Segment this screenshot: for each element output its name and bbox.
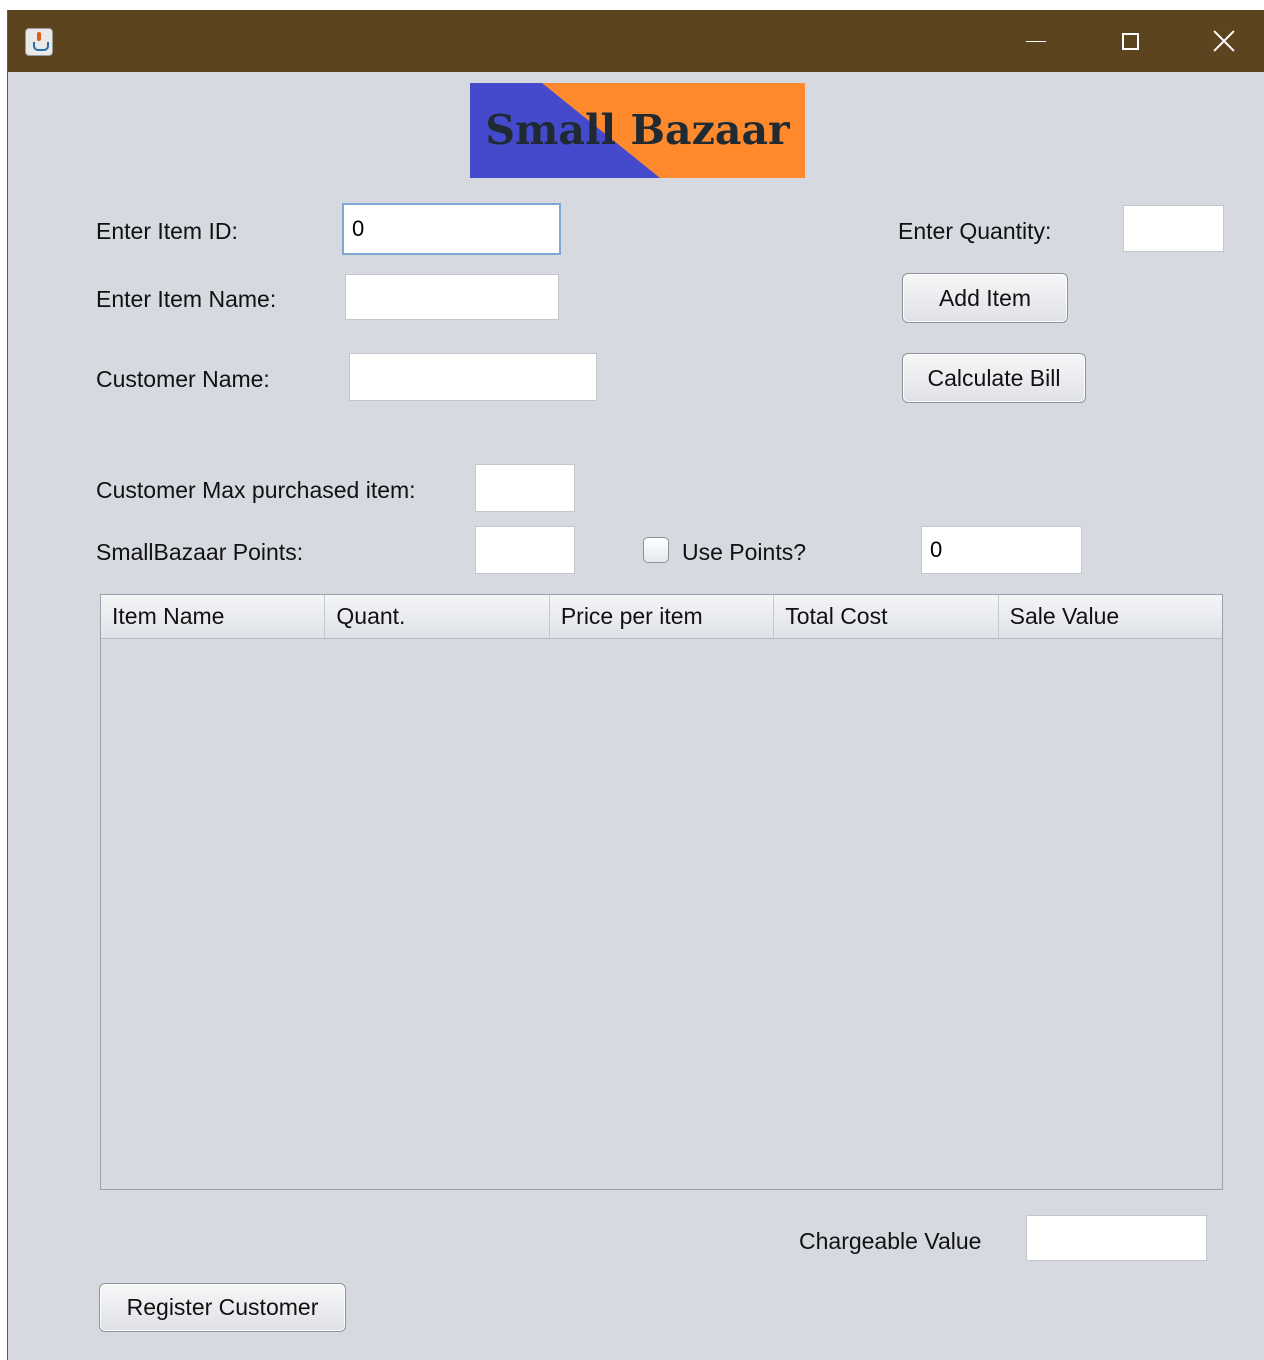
title-bar[interactable] bbox=[8, 10, 1264, 72]
close-icon bbox=[1213, 30, 1235, 52]
max-purchased-input[interactable] bbox=[475, 464, 575, 512]
column-header-quantity[interactable]: Quant. bbox=[325, 595, 550, 638]
chargeable-value-input[interactable] bbox=[1026, 1215, 1207, 1261]
small-bazaar-logo: Small Bazaar bbox=[470, 83, 805, 178]
add-item-button[interactable]: Add Item bbox=[902, 273, 1068, 323]
column-header-total-cost[interactable]: Total Cost bbox=[774, 595, 999, 638]
column-header-price-per-item[interactable]: Price per item bbox=[550, 595, 775, 638]
item-id-label: Enter Item ID: bbox=[96, 218, 238, 244]
chargeable-value-label: Chargeable Value bbox=[799, 1228, 982, 1254]
maximize-button[interactable] bbox=[1100, 10, 1160, 72]
calculate-bill-button[interactable]: Calculate Bill bbox=[902, 353, 1086, 403]
register-customer-button[interactable]: Register Customer bbox=[99, 1283, 346, 1332]
steam-shape bbox=[37, 32, 41, 41]
points-input[interactable] bbox=[475, 526, 575, 574]
maximize-icon bbox=[1121, 32, 1139, 50]
close-button[interactable] bbox=[1194, 10, 1254, 72]
use-points-checkbox[interactable] bbox=[643, 537, 669, 563]
item-name-input[interactable] bbox=[345, 274, 559, 320]
customer-name-label: Customer Name: bbox=[96, 366, 270, 392]
customer-name-input[interactable] bbox=[349, 353, 597, 401]
column-header-item-name[interactable]: Item Name bbox=[101, 595, 326, 638]
quantity-label: Enter Quantity: bbox=[898, 218, 1052, 244]
max-purchased-label: Customer Max purchased item: bbox=[96, 477, 416, 503]
cup-shape bbox=[33, 42, 49, 51]
logo-text: Small Bazaar bbox=[485, 106, 790, 154]
minimize-button[interactable] bbox=[1006, 10, 1066, 72]
use-points-label: Use Points? bbox=[682, 539, 807, 565]
table-header: Item Name Quant. Price per item Total Co… bbox=[101, 595, 1222, 639]
items-table[interactable]: Item Name Quant. Price per item Total Co… bbox=[100, 594, 1223, 1190]
minimize-icon bbox=[1026, 40, 1046, 42]
java-app-icon[interactable] bbox=[25, 28, 53, 56]
points-label: SmallBazaar Points: bbox=[96, 539, 304, 565]
item-id-input[interactable] bbox=[342, 203, 561, 255]
app-window: Small Bazaar Enter Item ID: Enter Quanti… bbox=[7, 10, 1264, 1360]
column-header-sale-value[interactable]: Sale Value bbox=[999, 595, 1222, 638]
use-points-value-input[interactable] bbox=[921, 526, 1082, 574]
item-name-label: Enter Item Name: bbox=[96, 286, 277, 312]
quantity-input[interactable] bbox=[1123, 205, 1224, 252]
